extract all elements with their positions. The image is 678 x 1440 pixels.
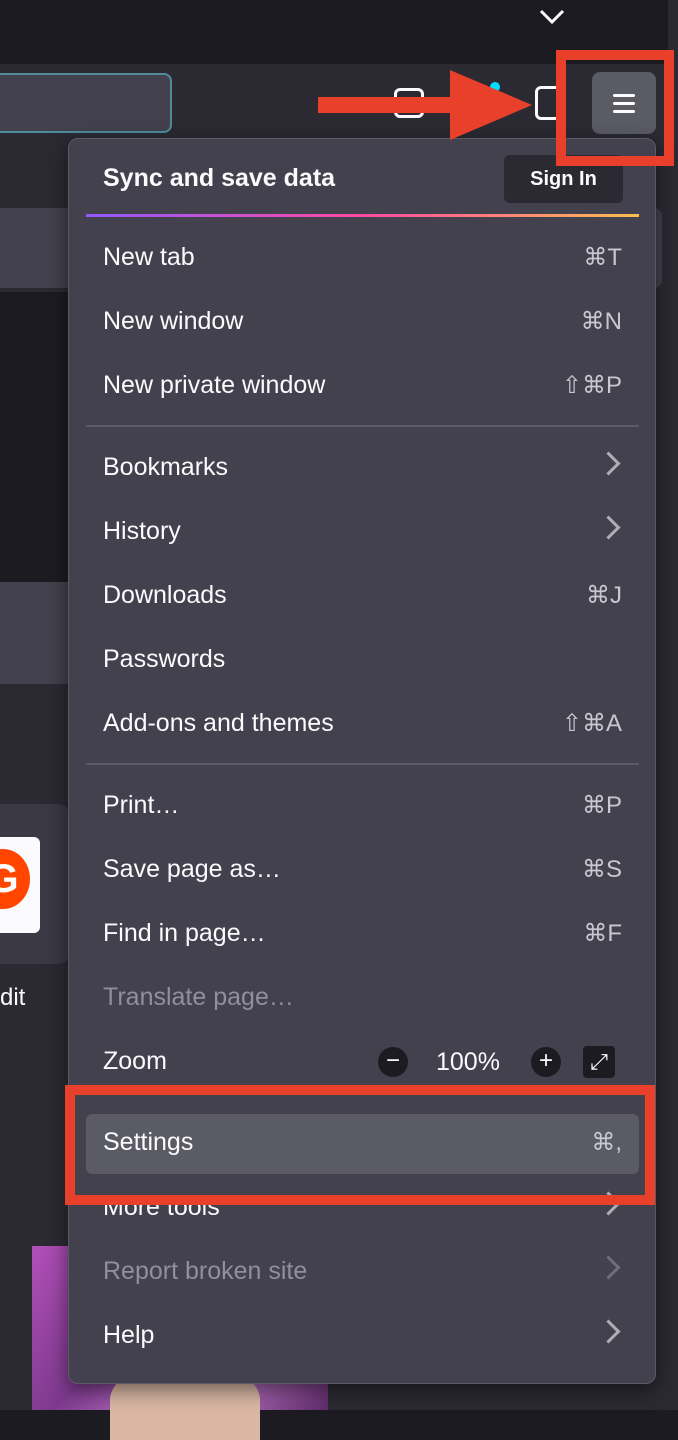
annotation-box-menu-button [556, 50, 674, 166]
menu-item-new-private-window[interactable]: New private window ⇧⌘P [86, 357, 639, 417]
menu-item-find-in-page[interactable]: Find in page… ⌘F [86, 905, 639, 965]
menu-item-downloads[interactable]: Downloads ⌘J [86, 567, 639, 627]
page-dark-area [0, 292, 70, 582]
tile-label: dit [0, 984, 26, 1011]
menu-item-print[interactable]: Print… ⌘P [86, 777, 639, 837]
fullscreen-icon[interactable]: ⤢ [583, 1046, 615, 1078]
menu-separator [86, 763, 639, 765]
url-bar[interactable] [0, 73, 172, 133]
menu-item-new-window[interactable]: New window ⌘N [86, 293, 639, 353]
annotation-arrow [318, 97, 458, 113]
chevron-right-icon [596, 515, 621, 540]
annotation-box-settings [65, 1085, 655, 1205]
menu-item-translate-page: Translate page… [103, 983, 294, 1011]
window-edge [668, 0, 678, 1410]
menu-item-passwords[interactable]: Passwords [86, 631, 639, 691]
sync-title[interactable]: Sync and save data [103, 164, 335, 193]
menu-item-help[interactable]: Help [86, 1307, 639, 1367]
menu-separator [86, 425, 639, 427]
sync-divider [86, 214, 639, 217]
menu-item-addons[interactable]: Add-ons and themes ⇧⌘A [86, 695, 639, 755]
menu-item-report-broken-site: Report broken site [86, 1243, 639, 1303]
menu-item-new-tab[interactable]: New tab ⌘T [86, 229, 639, 289]
annotation-arrow-head [450, 70, 532, 140]
zoom-out-button[interactable]: − [378, 1047, 408, 1077]
chevron-right-icon [596, 1255, 621, 1280]
chevron-right-icon [596, 451, 621, 476]
menu-item-bookmarks[interactable]: Bookmarks [86, 439, 639, 499]
menu-item-history[interactable]: History [86, 503, 639, 563]
menu-item-save-page[interactable]: Save page as… ⌘S [86, 841, 639, 901]
chevron-down-icon[interactable] [538, 6, 566, 34]
zoom-in-button[interactable]: + [531, 1047, 561, 1077]
chevron-right-icon [596, 1319, 621, 1344]
zoom-reset-button[interactable]: 100% [436, 1048, 500, 1077]
page-card [0, 582, 70, 684]
